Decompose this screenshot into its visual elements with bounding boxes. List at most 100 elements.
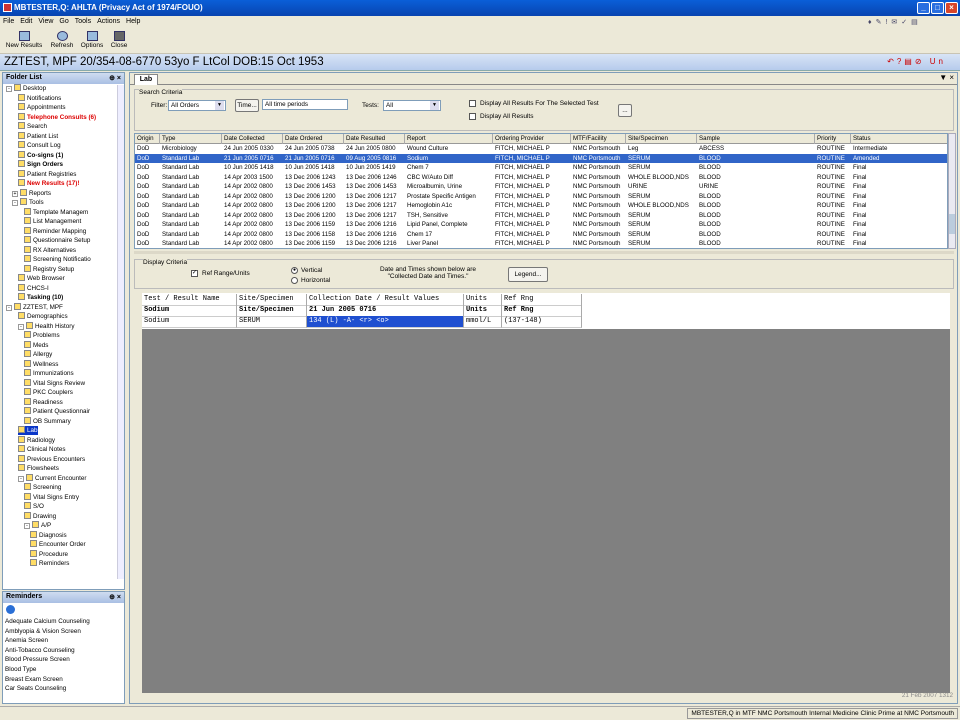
pane-pin-close[interactable]: ⊕ × bbox=[109, 74, 121, 82]
folder-scrollbar[interactable] bbox=[117, 85, 124, 579]
column-header[interactable]: Priority bbox=[815, 134, 851, 144]
table-row[interactable]: DoD Microbiology 24 Jun 2005 0330 24 Jun 20… bbox=[135, 144, 947, 154]
ref-range-checkbox[interactable]: ✓ bbox=[191, 270, 198, 277]
folder-item[interactable]: Telephone Consults (6) bbox=[18, 112, 96, 122]
table-row[interactable]: DoD Standard Lab 14 Apr 2002 0800 13 Dec 20… bbox=[135, 201, 947, 211]
all-results-selected-test-checkbox[interactable] bbox=[469, 100, 476, 107]
column-header[interactable]: Sample bbox=[697, 134, 815, 144]
folder-item[interactable]: - Desktop bbox=[6, 84, 46, 93]
reminder-item[interactable]: Car Seats Counseling bbox=[3, 684, 124, 694]
folder-item[interactable]: Screening bbox=[24, 483, 61, 492]
folder-item[interactable]: Readiness bbox=[24, 397, 63, 407]
horizontal-radio[interactable] bbox=[291, 277, 298, 284]
reminder-item[interactable]: Anemia Screen bbox=[3, 636, 124, 646]
table-row[interactable]: DoD Standard Lab 14 Apr 2002 0800 13 Dec 20… bbox=[135, 182, 947, 192]
folder-item[interactable]: Tasking (10) bbox=[18, 293, 63, 302]
folder-item[interactable]: Encounter Order bbox=[30, 540, 86, 549]
expand-toggle-icon[interactable]: - bbox=[6, 304, 12, 311]
expand-toggle-icon[interactable]: - bbox=[18, 323, 24, 330]
vertical-radio[interactable]: ● bbox=[291, 267, 298, 274]
folder-item[interactable]: Search bbox=[18, 122, 47, 131]
menu-help[interactable]: Help bbox=[123, 16, 143, 27]
reminder-item[interactable]: Adequate Calcium Counseling bbox=[3, 617, 124, 627]
table-row[interactable]: DoD Standard Lab 14 Apr 2002 0800 13 Dec 20… bbox=[135, 192, 947, 202]
folder-item[interactable]: Patient Questionnair bbox=[24, 407, 90, 416]
column-header[interactable]: Origin bbox=[135, 134, 160, 144]
folder-item[interactable]: Allergy bbox=[24, 350, 52, 359]
column-header[interactable]: Date Resulted bbox=[344, 134, 405, 144]
folder-item[interactable]: - Current Encounter bbox=[18, 473, 86, 483]
folder-item[interactable]: Vital Signs Review bbox=[24, 378, 85, 388]
table-row[interactable]: DoD Standard Lab 10 Jun 2005 1418 10 Jun 20… bbox=[135, 163, 947, 173]
column-header[interactable]: Type bbox=[160, 134, 222, 144]
folder-item[interactable]: - Health History bbox=[18, 321, 75, 331]
quick-icons[interactable]: ♦✎!✉✓▤ bbox=[868, 18, 940, 28]
table-row[interactable]: DoD Standard Lab 14 Apr 2002 0800 13 Dec 20… bbox=[135, 230, 947, 240]
folder-item[interactable]: Questionnaire Setup bbox=[24, 236, 90, 245]
folder-item[interactable]: Reminders bbox=[30, 559, 69, 568]
folder-item[interactable]: Patient List bbox=[18, 131, 58, 141]
menu-tools[interactable]: Tools bbox=[72, 16, 94, 27]
options-button[interactable]: Options bbox=[79, 31, 105, 49]
folder-item[interactable]: Screening Notificatio bbox=[24, 255, 91, 264]
menu-actions[interactable]: Actions bbox=[94, 16, 123, 27]
all-results-checkbox[interactable] bbox=[469, 113, 476, 120]
reminder-item[interactable]: Amblyopia & Vision Screen bbox=[3, 627, 124, 637]
folder-item[interactable]: CHCS-I bbox=[18, 283, 49, 293]
minimize-button[interactable]: _ bbox=[917, 2, 930, 14]
column-header[interactable]: Status bbox=[851, 134, 947, 144]
reminder-item[interactable]: Blood Pressure Screen bbox=[3, 655, 124, 665]
menu-edit[interactable]: Edit bbox=[17, 16, 35, 27]
reminders-pin-close[interactable]: ⊕ × bbox=[109, 593, 121, 601]
grid-scrollbar[interactable] bbox=[948, 133, 956, 249]
refresh-button[interactable]: Refresh bbox=[48, 31, 76, 49]
folder-item[interactable]: Lab bbox=[18, 426, 38, 435]
folder-item[interactable]: RX Alternatives bbox=[24, 245, 76, 255]
tests-select[interactable]: All bbox=[383, 100, 441, 111]
tab-lab[interactable]: Lab bbox=[134, 74, 158, 85]
folder-item[interactable]: List Management bbox=[24, 217, 81, 226]
time-button[interactable]: Time... bbox=[235, 99, 259, 112]
grid-scroll-thumb[interactable] bbox=[949, 214, 955, 234]
folder-item[interactable]: Immunizations bbox=[24, 369, 74, 378]
folder-item[interactable]: + Reports bbox=[12, 188, 51, 198]
folder-item[interactable]: Consult Log bbox=[18, 141, 61, 150]
expand-toggle-icon[interactable]: - bbox=[6, 86, 12, 92]
reminder-item[interactable]: Breast Exam Screen bbox=[3, 675, 124, 685]
folder-item[interactable]: - ZZTEST, MPF bbox=[6, 302, 63, 312]
column-header[interactable]: Date Ordered bbox=[283, 134, 344, 144]
folder-item[interactable]: OB Summary bbox=[24, 416, 71, 426]
legend-button[interactable]: Legend... bbox=[508, 267, 548, 282]
reminder-add-icon[interactable] bbox=[6, 605, 15, 614]
column-header[interactable]: Ordering Provider bbox=[493, 134, 571, 144]
folder-item[interactable]: Flowsheets bbox=[18, 464, 59, 473]
patient-status-icons[interactable]: ↶?▤⊘ Un bbox=[887, 57, 946, 66]
reminder-item[interactable]: Blood Type bbox=[3, 665, 124, 675]
new-results-button[interactable]: New Results bbox=[4, 31, 44, 49]
expand-toggle-icon[interactable]: - bbox=[12, 200, 18, 206]
folder-item[interactable]: Radiology bbox=[18, 435, 55, 445]
maximize-button[interactable]: □ bbox=[931, 2, 944, 14]
column-header[interactable]: MTF/Facility bbox=[571, 134, 626, 144]
filter-select[interactable]: All Orders bbox=[168, 100, 226, 111]
folder-item[interactable]: Co-signs (1) bbox=[18, 150, 63, 160]
folder-item[interactable]: Template Managem bbox=[24, 207, 88, 217]
menu-view[interactable]: View bbox=[35, 16, 56, 27]
table-row[interactable]: DoD Standard Lab 14 Apr 2002 0800 13 Dec 20… bbox=[135, 220, 947, 230]
folder-item[interactable]: - A/P bbox=[24, 521, 51, 530]
folder-item[interactable]: S/O bbox=[24, 502, 44, 511]
table-row[interactable]: DoD Standard Lab 14 Apr 2002 0800 13 Dec 20… bbox=[135, 211, 947, 221]
close-button[interactable]: Close bbox=[108, 31, 130, 49]
menu-go[interactable]: Go bbox=[56, 16, 71, 27]
folder-item[interactable]: - Tools bbox=[12, 198, 44, 207]
folder-item[interactable]: Procedure bbox=[30, 549, 68, 559]
more-options-button[interactable]: ... bbox=[618, 104, 632, 117]
folder-item[interactable]: Notifications bbox=[18, 93, 61, 103]
folder-item[interactable]: Web Browser bbox=[18, 274, 65, 283]
folder-item[interactable]: Wellness bbox=[24, 359, 58, 369]
expand-toggle-icon[interactable]: + bbox=[12, 190, 18, 197]
result-cell[interactable]: 134 (L) -A- <r> <o> bbox=[307, 316, 464, 328]
table-row[interactable]: DoD Standard Lab 21 Jun 2005 0716 21 Jun 20… bbox=[135, 153, 947, 163]
folder-item[interactable]: Clinical Notes bbox=[18, 445, 66, 454]
pane-splitter[interactable] bbox=[134, 251, 954, 254]
